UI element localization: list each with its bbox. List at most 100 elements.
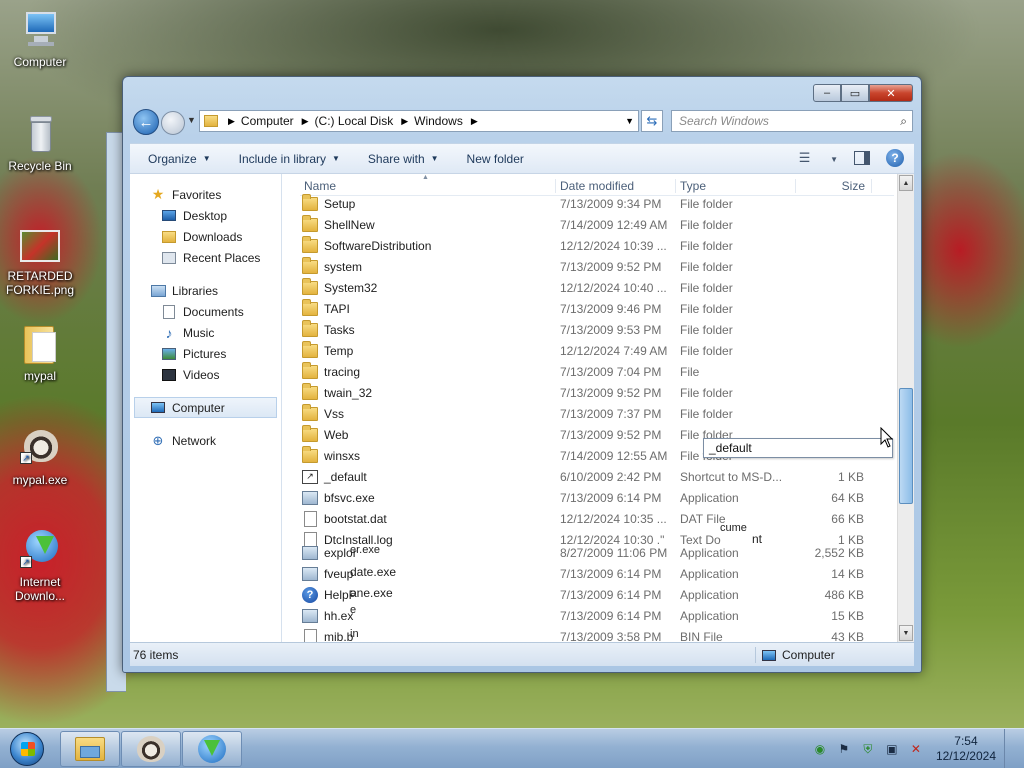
- file-date: 7/14/2009 12:55 AM: [560, 448, 668, 463]
- table-row[interactable]: twain_32 7/13/2009 9:52 PM File folder: [300, 382, 872, 403]
- breadcrumb-separator-icon[interactable]: ▶: [471, 116, 478, 127]
- table-row[interactable]: Vss 7/13/2009 7:37 PM File folder: [300, 403, 872, 424]
- nav-music[interactable]: ♪ Music: [130, 322, 281, 343]
- share-with-button[interactable]: Share with ▼: [368, 152, 439, 166]
- column-date-modified[interactable]: Date modified: [556, 179, 676, 193]
- vertical-scrollbar[interactable]: ▲ ▼: [897, 174, 914, 642]
- address-bar[interactable]: ▶ Computer ▶ (C:) Local Disk ▶ Windows ▶…: [199, 110, 639, 132]
- desktop-icon-mypal-folder[interactable]: mypal: [0, 322, 80, 383]
- table-row[interactable]: Temp 12/12/2024 7:49 AM File folder: [300, 340, 872, 361]
- scroll-thumb[interactable]: [899, 388, 913, 504]
- taskbar-explorer-button[interactable]: [60, 731, 120, 767]
- nav-downloads[interactable]: Downloads: [130, 226, 281, 247]
- table-row[interactable]: System32 12/12/2024 10:40 ... File folder: [300, 277, 872, 298]
- application-icon: [302, 566, 318, 581]
- breadcrumb-separator-icon[interactable]: ▶: [302, 116, 309, 127]
- nav-documents[interactable]: Documents: [130, 301, 281, 322]
- address-row: ← ▼ ▶ Computer ▶ (C:) Local Disk ▶ Windo…: [131, 109, 913, 135]
- forward-button[interactable]: [161, 111, 185, 135]
- table-row[interactable]: bootstat.dat 12/12/2024 10:35 ... DAT File…: [300, 508, 872, 529]
- security-shield-icon[interactable]: ⛨: [860, 741, 876, 757]
- column-type[interactable]: Type: [676, 179, 796, 193]
- breadcrumb-separator-icon[interactable]: ▶: [228, 116, 235, 127]
- back-button[interactable]: ←: [133, 109, 159, 135]
- taskbar-mypal-button[interactable]: [121, 731, 181, 767]
- action-center-flag-icon[interactable]: ⚑: [836, 741, 852, 757]
- table-row[interactable]: TAPI 7/13/2009 9:46 PM File folder: [300, 298, 872, 319]
- nav-favorites[interactable]: ★ Favorites: [130, 184, 281, 205]
- minimize-button[interactable]: –: [813, 84, 841, 102]
- table-row[interactable]: ↗ _default 6/10/2009 2:42 PM Shortcut to MS…: [300, 466, 872, 487]
- rename-field[interactable]: _default: [703, 438, 893, 458]
- file-name: bootstat.dat: [324, 511, 387, 526]
- refresh-button[interactable]: ⇆: [641, 110, 663, 132]
- nav-libraries[interactable]: Libraries: [130, 280, 281, 301]
- table-row[interactable]: system 7/13/2009 9:52 PM File folder: [300, 256, 872, 277]
- nav-desktop[interactable]: Desktop: [130, 205, 281, 226]
- table-row[interactable]: tracing 7/13/2009 7:04 PM File: [300, 361, 872, 382]
- scroll-down-button[interactable]: ▼: [899, 625, 913, 641]
- file-name: TAPI: [324, 301, 350, 316]
- search-icon[interactable]: ⌕: [900, 114, 907, 129]
- recent-pages-dropdown[interactable]: ▼: [187, 115, 196, 125]
- column-size[interactable]: Size: [796, 179, 872, 193]
- clock[interactable]: 7:54 12/12/2024: [936, 734, 996, 764]
- file-date: 7/13/2009 6:14 PM: [560, 608, 662, 623]
- documents-icon: [161, 304, 177, 319]
- folder-icon: [302, 298, 318, 316]
- explorer-folder-icon: [75, 737, 105, 761]
- table-row[interactable]: mib.b 7/13/2009 3:58 PM BIN File 43 KB: [300, 626, 872, 642]
- network-status-icon[interactable]: ◉: [812, 741, 828, 757]
- nav-network[interactable]: ⊕ Network: [130, 430, 281, 451]
- table-row[interactable]: SoftwareDistribution 12/12/2024 10:39 ...…: [300, 235, 872, 256]
- close-button[interactable]: ✕: [869, 84, 913, 102]
- new-folder-button[interactable]: New folder: [467, 152, 524, 166]
- table-row[interactable]: explor 8/27/2009 11:06 PM Application 2,552…: [300, 542, 872, 563]
- table-row[interactable]: Setup 7/13/2009 9:34 PM File folder: [300, 193, 872, 214]
- view-options-icon[interactable]: ☰ ▼: [799, 150, 838, 166]
- folder-icon: [302, 214, 318, 232]
- breadcrumb-separator-icon[interactable]: ▶: [401, 116, 408, 127]
- help-icon[interactable]: ?: [886, 149, 904, 167]
- table-row[interactable]: bfsvc.exe 7/13/2009 6:14 PM Application 64 …: [300, 487, 872, 508]
- navigation-pane: ★ Favorites Desktop Downloads Recent Plac…: [130, 174, 282, 642]
- include-in-library-button[interactable]: Include in library ▼: [239, 152, 340, 166]
- desktop-icon-recycle-bin[interactable]: Recycle Bin: [0, 112, 80, 173]
- file-size: 66 KB: [831, 511, 864, 526]
- file-date: 12/12/2024 10:40 ...: [560, 280, 667, 295]
- search-input[interactable]: Search Windows ⌕: [671, 110, 913, 132]
- table-row[interactable]: hh.ex 7/13/2009 6:14 PM Application 15 KB: [300, 605, 872, 626]
- file-type: File folder: [680, 217, 733, 232]
- nav-pictures[interactable]: Pictures: [130, 343, 281, 364]
- breadcrumb-local-disk[interactable]: (C:) Local Disk: [315, 114, 394, 128]
- file-date: 7/13/2009 7:37 PM: [560, 406, 662, 421]
- breadcrumb-computer[interactable]: Computer: [241, 114, 294, 128]
- organize-button[interactable]: Organize ▼: [148, 152, 211, 166]
- scroll-up-button[interactable]: ▲: [899, 175, 913, 191]
- address-history-dropdown-icon[interactable]: ▼: [625, 116, 634, 126]
- file-name: twain_32: [324, 385, 373, 400]
- desktop-icon-internet-download[interactable]: ↗ Internet Downlo...: [0, 528, 80, 603]
- table-row[interactable]: Tasks 7/13/2009 9:53 PM File folder: [300, 319, 872, 340]
- breadcrumb-windows[interactable]: Windows: [414, 114, 463, 128]
- table-row[interactable]: ShellNew 7/14/2009 12:49 AM File folder: [300, 214, 872, 235]
- nav-label: Documents: [183, 304, 244, 319]
- show-desktop-button[interactable]: [1004, 729, 1016, 768]
- desktop-icon-retarded-forkie[interactable]: RETARDED FORKIE.png: [0, 222, 80, 297]
- start-button[interactable]: [2, 730, 52, 768]
- item-count: 76 items: [133, 647, 179, 662]
- nav-videos[interactable]: Videos: [130, 364, 281, 385]
- desktop-icon-computer[interactable]: Computer: [0, 8, 80, 69]
- maximize-button[interactable]: ▭: [841, 84, 869, 102]
- taskbar-download-manager-button[interactable]: [182, 731, 242, 767]
- volume-muted-icon[interactable]: ✕: [908, 741, 924, 757]
- column-name[interactable]: Name: [300, 179, 556, 193]
- nav-label: Computer: [172, 400, 225, 415]
- desktop-icon-mypal-exe[interactable]: ↗ mypal.exe: [0, 426, 80, 487]
- refresh-icon: ⇆: [646, 113, 658, 128]
- preview-pane-icon[interactable]: [854, 151, 870, 165]
- nav-computer[interactable]: Computer: [134, 397, 277, 418]
- chevron-down-icon: ▼: [332, 154, 340, 163]
- network-connection-icon[interactable]: ▣: [884, 741, 900, 757]
- nav-recent-places[interactable]: Recent Places: [130, 247, 281, 268]
